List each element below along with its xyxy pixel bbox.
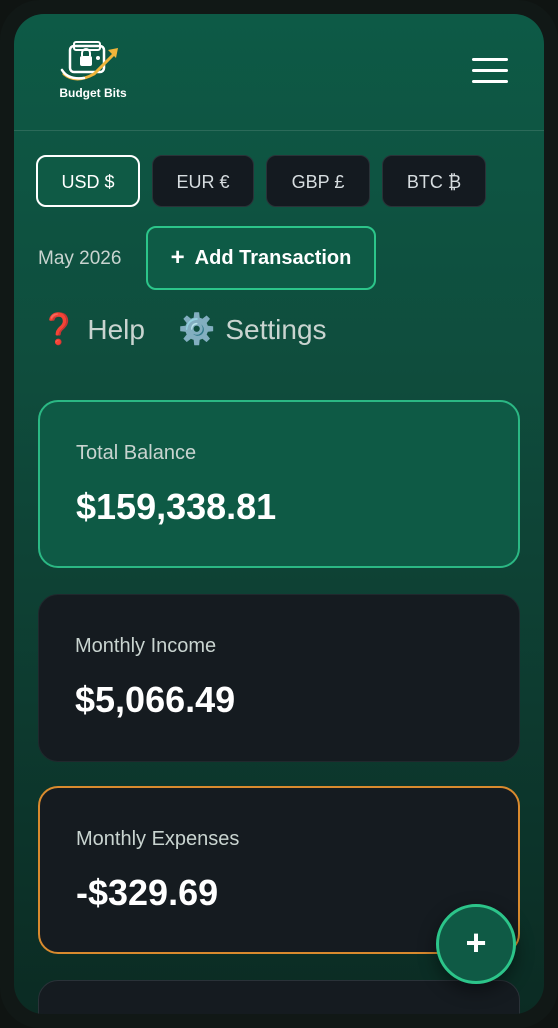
total-balance-label: Total Balance bbox=[76, 442, 197, 464]
settings-link[interactable]: ⚙️ Settings bbox=[178, 312, 327, 347]
add-transaction-label: Add Transaction bbox=[194, 246, 352, 269]
total-balance-card[interactable]: Total Balance $159,338.81 bbox=[38, 400, 520, 568]
next-card-partial bbox=[38, 980, 520, 1014]
gear-icon: ⚙️ bbox=[178, 313, 216, 346]
monthly-income-label: Monthly Income bbox=[75, 635, 217, 657]
currency-btc-button[interactable]: BTC ₿ bbox=[382, 155, 486, 207]
help-link[interactable]: ❓ Help bbox=[40, 312, 145, 347]
phone-frame: Budget Bits USD $ EUR € GBP £ BTC ₿ May … bbox=[0, 0, 558, 1028]
current-month: May 2026 bbox=[38, 248, 122, 269]
monthly-income-card[interactable]: Monthly Income $5,066.49 bbox=[38, 594, 520, 762]
add-transaction-button[interactable]: + Add Transaction bbox=[146, 226, 376, 290]
total-balance-value: $159,338.81 bbox=[76, 486, 277, 527]
help-label: Help bbox=[87, 313, 145, 345]
monthly-income-value: $5,066.49 bbox=[75, 679, 236, 720]
app-logo[interactable]: Budget Bits bbox=[54, 40, 132, 104]
top-bar: Budget Bits bbox=[14, 14, 544, 131]
question-mark-icon: ❓ bbox=[40, 313, 78, 346]
currency-eur-button[interactable]: EUR € bbox=[152, 155, 254, 207]
floating-add-button[interactable]: + bbox=[436, 904, 516, 984]
monthly-expenses-value: -$329.69 bbox=[76, 872, 219, 913]
wallet-lock-icon bbox=[60, 41, 118, 81]
app-name: Budget Bits bbox=[59, 86, 127, 100]
app-screen: Budget Bits USD $ EUR € GBP £ BTC ₿ May … bbox=[14, 14, 544, 1014]
monthly-expenses-label: Monthly Expenses bbox=[76, 828, 240, 850]
currency-gbp-button[interactable]: GBP £ bbox=[266, 155, 370, 207]
currency-usd-button[interactable]: USD $ bbox=[36, 155, 140, 207]
plus-icon: + bbox=[170, 244, 185, 271]
hamburger-menu-icon[interactable] bbox=[472, 58, 508, 84]
settings-label: Settings bbox=[225, 313, 327, 345]
